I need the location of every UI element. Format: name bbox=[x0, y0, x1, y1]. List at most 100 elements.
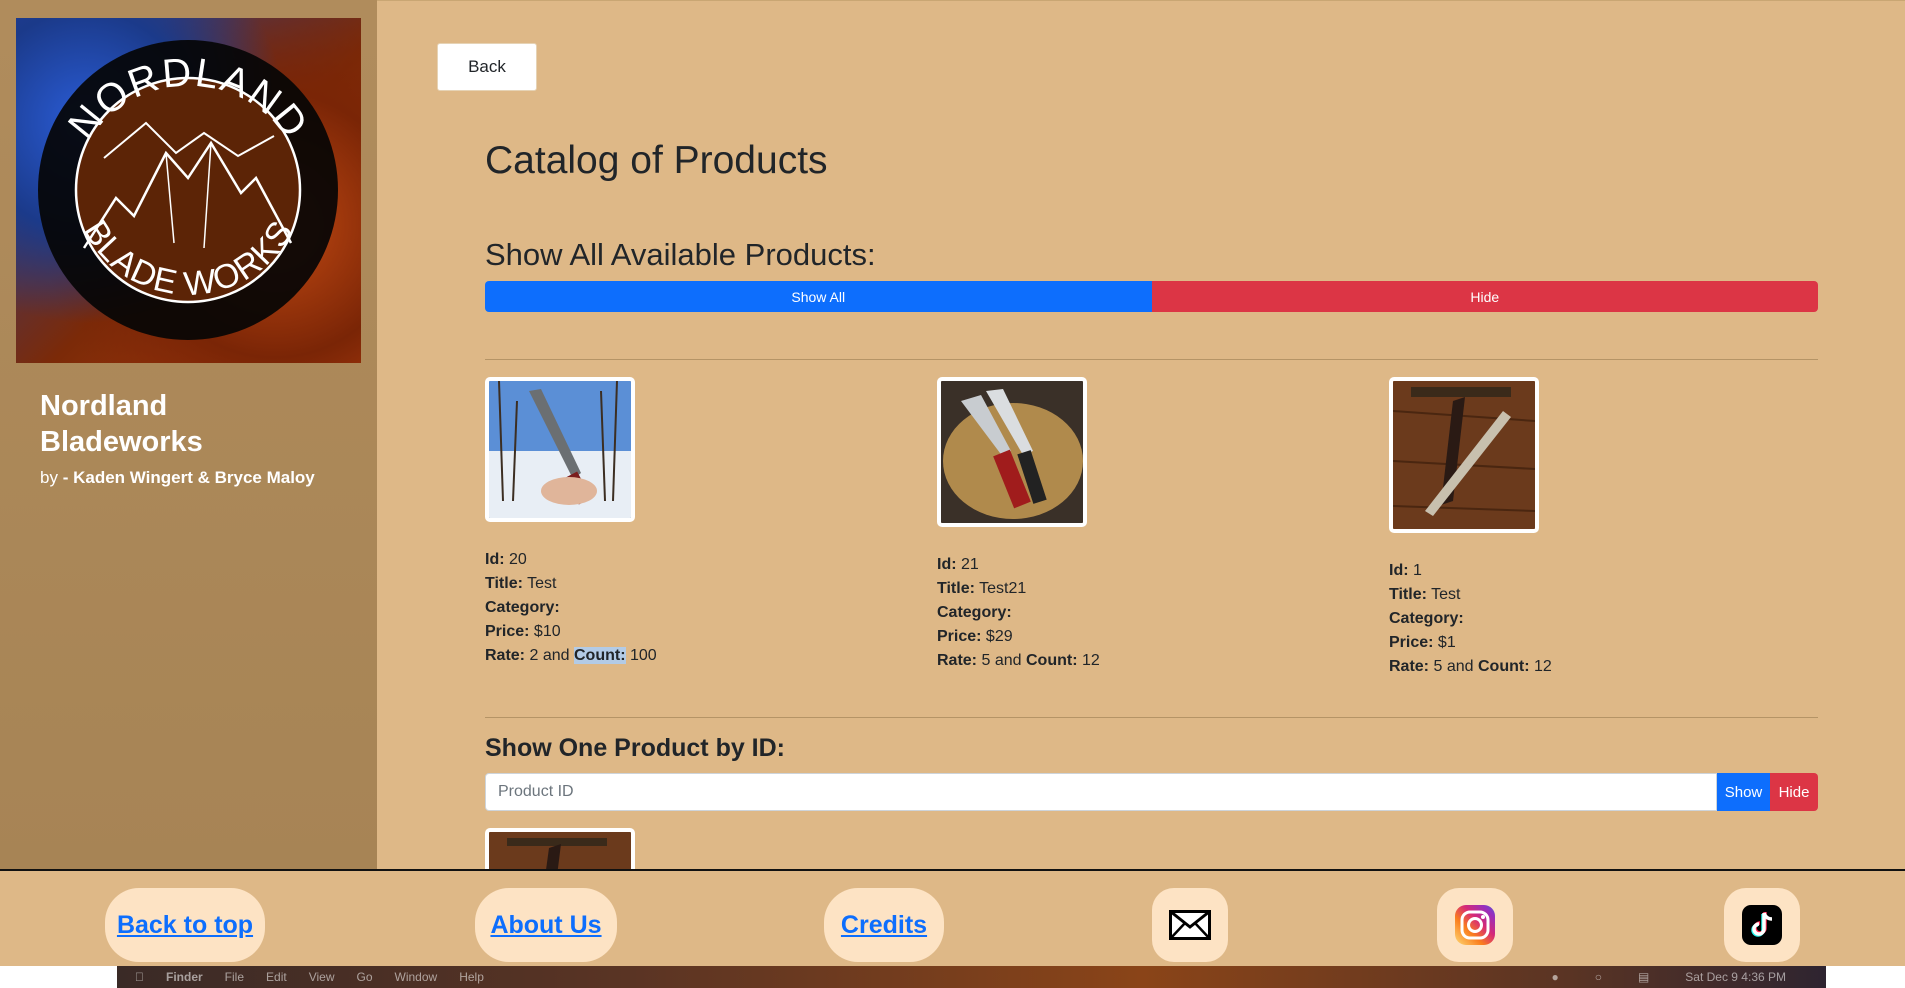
product-title: Test21 bbox=[979, 580, 1027, 597]
credits-link[interactable]: Credits bbox=[841, 911, 927, 940]
instagram-icon bbox=[1455, 905, 1495, 945]
menu-window[interactable]: Window bbox=[395, 970, 438, 984]
brand-line-1: Nordland bbox=[40, 390, 168, 422]
byline-prefix: by bbox=[40, 468, 58, 487]
product-info: Id: 21 Title: Test21 Category: Price: $2… bbox=[937, 553, 1377, 673]
hide-all-button[interactable]: Hide bbox=[1151, 281, 1818, 312]
show-all-heading: Show All Available Products: bbox=[485, 237, 876, 272]
menu-go[interactable]: Go bbox=[357, 970, 373, 984]
back-to-top-link[interactable]: Back to top bbox=[117, 911, 253, 940]
mail-icon bbox=[1169, 910, 1211, 940]
about-us-pill: About Us bbox=[475, 888, 617, 962]
and-text: and bbox=[1446, 658, 1474, 675]
back-to-top-pill: Back to top bbox=[105, 888, 265, 962]
tiktok-icon bbox=[1742, 905, 1782, 945]
email-button[interactable] bbox=[1152, 888, 1228, 962]
mac-menu-bar:  Finder File Edit View Go Window Help ●… bbox=[117, 966, 1826, 988]
category-label: Category: bbox=[1389, 610, 1464, 627]
tiktok-button[interactable] bbox=[1724, 888, 1800, 962]
product-photo-knives-wood bbox=[941, 381, 1083, 523]
menu-file[interactable]: File bbox=[225, 970, 244, 984]
id-label: Id: bbox=[937, 556, 957, 573]
product-rate: 5 bbox=[981, 652, 991, 669]
product-photo-partial bbox=[489, 832, 631, 869]
hide-product-button[interactable]: Hide bbox=[1770, 773, 1818, 811]
product-id: 20 bbox=[509, 551, 527, 568]
product-rate: 5 bbox=[1433, 658, 1443, 675]
menu-help[interactable]: Help bbox=[459, 970, 484, 984]
count-label: Count: bbox=[1025, 652, 1078, 669]
page-title: Catalog of Products bbox=[485, 139, 828, 182]
main-content: Back Catalog of Products Show All Availa… bbox=[377, 0, 1905, 869]
product-card: Id: 20 Title: Test Category: Price: $10 … bbox=[485, 377, 925, 668]
product-count: 12 bbox=[1533, 658, 1552, 675]
product-card: Id: 1 Title: Test Category: Price: $1 Ra… bbox=[1389, 377, 1829, 679]
and-text: and bbox=[542, 647, 570, 664]
brand-logo: NORDLAND BLADE WORKS bbox=[16, 18, 361, 363]
product-card: Id: 21 Title: Test21 Category: Price: $2… bbox=[937, 377, 1377, 673]
category-label: Category: bbox=[937, 604, 1012, 621]
product-id: 21 bbox=[961, 556, 979, 573]
product-id-input[interactable] bbox=[485, 773, 1717, 811]
menu-view[interactable]: View bbox=[309, 970, 335, 984]
product-id: 1 bbox=[1413, 562, 1422, 579]
back-button[interactable]: Back bbox=[437, 43, 537, 91]
product-price: $1 bbox=[1437, 634, 1456, 651]
status-area: ● ○ ▤ Sat Dec 9 4:36 PM bbox=[1551, 970, 1808, 984]
one-product-heading: Show One Product by ID: bbox=[485, 734, 786, 762]
menu-edit[interactable]: Edit bbox=[266, 970, 287, 984]
control-center-icon[interactable]: ▤ bbox=[1638, 970, 1649, 984]
brand-name: Nordland Bladeworks bbox=[40, 388, 360, 460]
product-count: 100 bbox=[629, 647, 657, 664]
rate-label: Rate: bbox=[1389, 658, 1430, 675]
product-image bbox=[485, 377, 635, 522]
price-label: Price: bbox=[937, 628, 982, 645]
product-image bbox=[1389, 377, 1539, 533]
product-photo-knife-snow bbox=[489, 381, 631, 518]
title-label: Title: bbox=[485, 575, 523, 592]
credits-pill: Credits bbox=[824, 888, 944, 962]
product-image bbox=[937, 377, 1087, 527]
product-image bbox=[485, 828, 635, 869]
logo-emblem-icon: NORDLAND BLADE WORKS bbox=[38, 40, 338, 340]
title-label: Title: bbox=[937, 580, 975, 597]
price-label: Price: bbox=[485, 623, 530, 640]
rate-label: Rate: bbox=[485, 647, 526, 664]
count-label: Count: bbox=[1477, 658, 1530, 675]
price-label: Price: bbox=[1389, 634, 1434, 651]
product-title: Test bbox=[1431, 586, 1461, 603]
about-us-link[interactable]: About Us bbox=[490, 911, 601, 940]
product-photo-sword-wood bbox=[1393, 381, 1535, 529]
show-all-button[interactable]: Show All bbox=[485, 281, 1152, 312]
show-all-button-group: Show All Hide bbox=[485, 281, 1818, 312]
instagram-button[interactable] bbox=[1437, 888, 1513, 962]
product-price: $10 bbox=[533, 623, 561, 640]
divider bbox=[485, 717, 1818, 718]
sidebar: NORDLAND BLADE WORKS Nordland Bladeworks… bbox=[0, 0, 377, 869]
wifi-icon[interactable]: ● bbox=[1551, 970, 1558, 984]
divider bbox=[485, 359, 1818, 360]
product-id-search: Show Hide bbox=[485, 773, 1818, 811]
title-label: Title: bbox=[1389, 586, 1427, 603]
product-title: Test bbox=[527, 575, 557, 592]
byline-authors: - Kaden Wingert & Bryce Maloy bbox=[62, 468, 315, 487]
product-rate: 2 bbox=[529, 647, 539, 664]
count-label: Count: bbox=[573, 647, 626, 664]
menu-finder[interactable]: Finder bbox=[166, 970, 203, 984]
id-label: Id: bbox=[1389, 562, 1409, 579]
search-icon[interactable]: ○ bbox=[1595, 970, 1602, 984]
product-info: Id: 20 Title: Test Category: Price: $10 … bbox=[485, 548, 925, 668]
product-price: $29 bbox=[985, 628, 1013, 645]
category-label: Category: bbox=[485, 599, 560, 616]
footer: Back to top About Us Credits bbox=[0, 869, 1905, 966]
product-info: Id: 1 Title: Test Category: Price: $1 Ra… bbox=[1389, 559, 1829, 679]
product-count: 12 bbox=[1081, 652, 1100, 669]
id-label: Id: bbox=[485, 551, 505, 568]
and-text: and bbox=[994, 652, 1022, 669]
show-product-button[interactable]: Show bbox=[1717, 773, 1770, 811]
brand-line-2: Bladeworks bbox=[40, 426, 203, 458]
menu-clock[interactable]: Sat Dec 9 4:36 PM bbox=[1685, 970, 1786, 984]
rate-label: Rate: bbox=[937, 652, 978, 669]
byline: by - Kaden Wingert & Bryce Maloy bbox=[40, 468, 315, 488]
apple-icon[interactable]:  bbox=[135, 970, 144, 984]
